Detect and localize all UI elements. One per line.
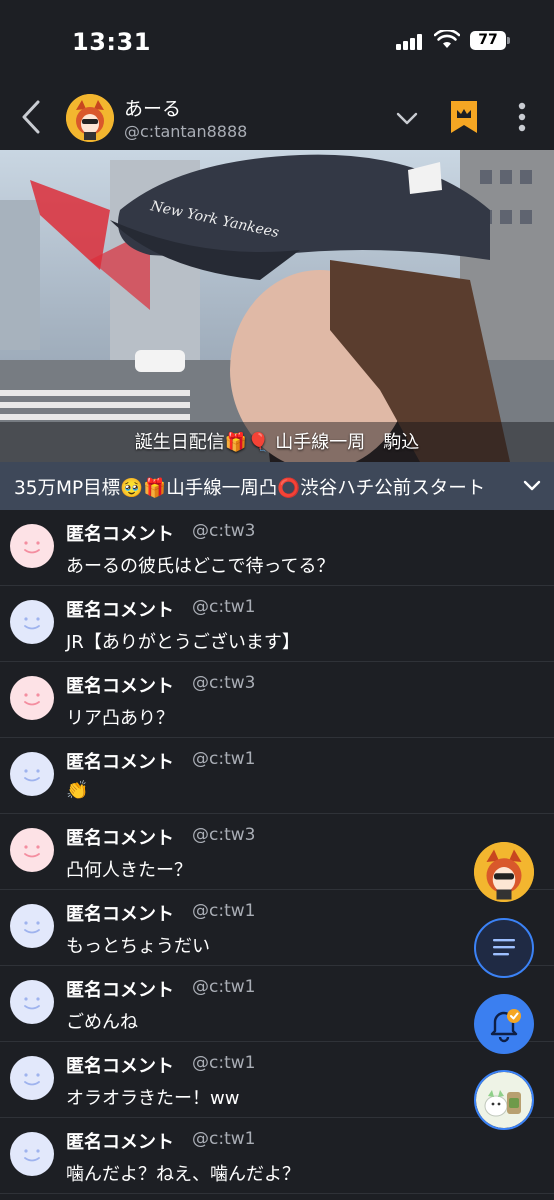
bookmark-crown-icon[interactable] [450,100,478,134]
comment-row[interactable]: 匿名コメント @c:tw1 噛んだよ？ねえ、噛んだよ？ [0,1118,554,1194]
gift-character-icon [476,1072,532,1128]
comment-text: リア凸あり？ [66,708,174,729]
comment-author: 匿名コメント [66,676,174,697]
comment-author: 匿名コメント [66,828,174,849]
comment-row[interactable]: 匿名コメント @c:tw3 リア凸あり？ [0,662,554,738]
battery-icon: 77 [470,31,510,50]
status-time: 13:31 [72,28,151,56]
comment-author-id: @c:tw3 [192,673,256,693]
comment-author-id: @c:tw1 [192,1053,256,1073]
comment-author-id: @c:tw3 [192,825,256,845]
list-icon [493,939,515,956]
comment-author: 匿名コメント [66,752,174,773]
stream-title-bar[interactable]: 35万MP目標🥹🎁山手線一周凸⭕渋谷ハチ公前スタート [0,462,554,510]
comment-author: 匿名コメント [66,1056,174,1077]
comment-row[interactable]: 匿名コメント @c:tw1 もっとちょうだい [0,890,554,966]
stream-title: 35万MP目標🥹🎁山手線一周凸⭕渋谷ハチ公前スタート [14,478,486,499]
smiley-avatar-icon [10,828,54,872]
video-frame: New York Yankees [0,150,554,462]
host-avatar-button[interactable] [474,842,534,902]
video-caption: 誕生日配信🎁🎈 山手線一周 駒込 [134,432,420,453]
comment-author-id: @c:tw1 [192,597,256,617]
comment-author-id: @c:tw3 [192,521,256,541]
back-icon[interactable] [14,96,50,138]
smiley-avatar-icon [10,1132,54,1176]
comment-author-id: @c:tw1 [192,901,256,921]
signal-icon [396,34,426,50]
wifi-icon [434,30,460,48]
comment-author-id: @c:tw1 [192,1129,256,1149]
host-id: @c:tantan8888 [124,122,248,141]
live-video[interactable]: New York Yankees 誕生日配信🎁🎈 山手線一周 駒込 [0,150,554,462]
comment-author-id: @c:tw1 [192,749,256,769]
comment-author: 匿名コメント [66,600,174,621]
chevron-down-icon[interactable] [522,478,542,494]
comment-text: 噛んだよ？ねえ、噛んだよ？ [66,1164,300,1185]
host-name: あーる [124,98,182,120]
host-avatar[interactable] [66,94,114,142]
comment-text: もっとちょうだい [66,936,210,957]
comment-text: 凸何人きたー？ [66,860,192,881]
smiley-avatar-icon [10,980,54,1024]
comment-text: JR【ありがとうございます】 [66,632,300,653]
smiley-avatar-icon [10,1056,54,1100]
smiley-avatar-icon [10,676,54,720]
status-bar: 13:31 77 [0,0,554,84]
comment-list[interactable]: 匿名コメント @c:tw3 あーるの彼氏はどこで待ってる？ 匿名コメント @c:tw1 J… [0,510,554,1200]
comment-author: 匿名コメント [66,980,174,1001]
gift-button[interactable] [474,1070,534,1130]
comment-row[interactable]: 匿名コメント @c:tw1 👏 [0,738,554,814]
comment-author: 匿名コメント [66,1132,174,1153]
chevron-down-icon[interactable] [394,108,420,128]
smiley-avatar-icon [10,752,54,796]
comment-row[interactable]: 匿名コメント @c:tw3 あーるの彼氏はどこで待ってる？ [0,510,554,586]
comment-row[interactable]: 匿名コメント @c:tw1 JR【ありがとうございます】 [0,586,554,662]
comment-author: 匿名コメント [66,904,174,925]
comment-row[interactable]: 匿名コメント @c:tw1 オラオラきたー！ww [0,1042,554,1118]
smiley-avatar-icon [10,904,54,948]
comment-author-id: @c:tw1 [192,977,256,997]
comment-text: あーるの彼氏はどこで待ってる？ [66,556,335,577]
comment-text: ごめんね [66,1012,138,1033]
comment-row[interactable]: 匿名コメント @c:tw1 ごめんね [0,966,554,1042]
bell-icon [490,1009,521,1043]
smiley-avatar-icon [10,524,54,568]
smiley-avatar-icon [10,600,54,644]
comment-text: 👏 [66,780,89,801]
more-vertical-icon[interactable] [506,100,538,134]
stream-header: あーる @c:tantan8888 [0,84,554,150]
notification-button[interactable] [474,994,534,1054]
comment-author: 匿名コメント [66,524,174,545]
comment-list-button[interactable] [474,918,534,978]
comment-text: オラオラきたー！ww [66,1088,240,1109]
comment-row[interactable]: 匿名コメント @c:tw3 凸何人きたー？ [0,814,554,890]
